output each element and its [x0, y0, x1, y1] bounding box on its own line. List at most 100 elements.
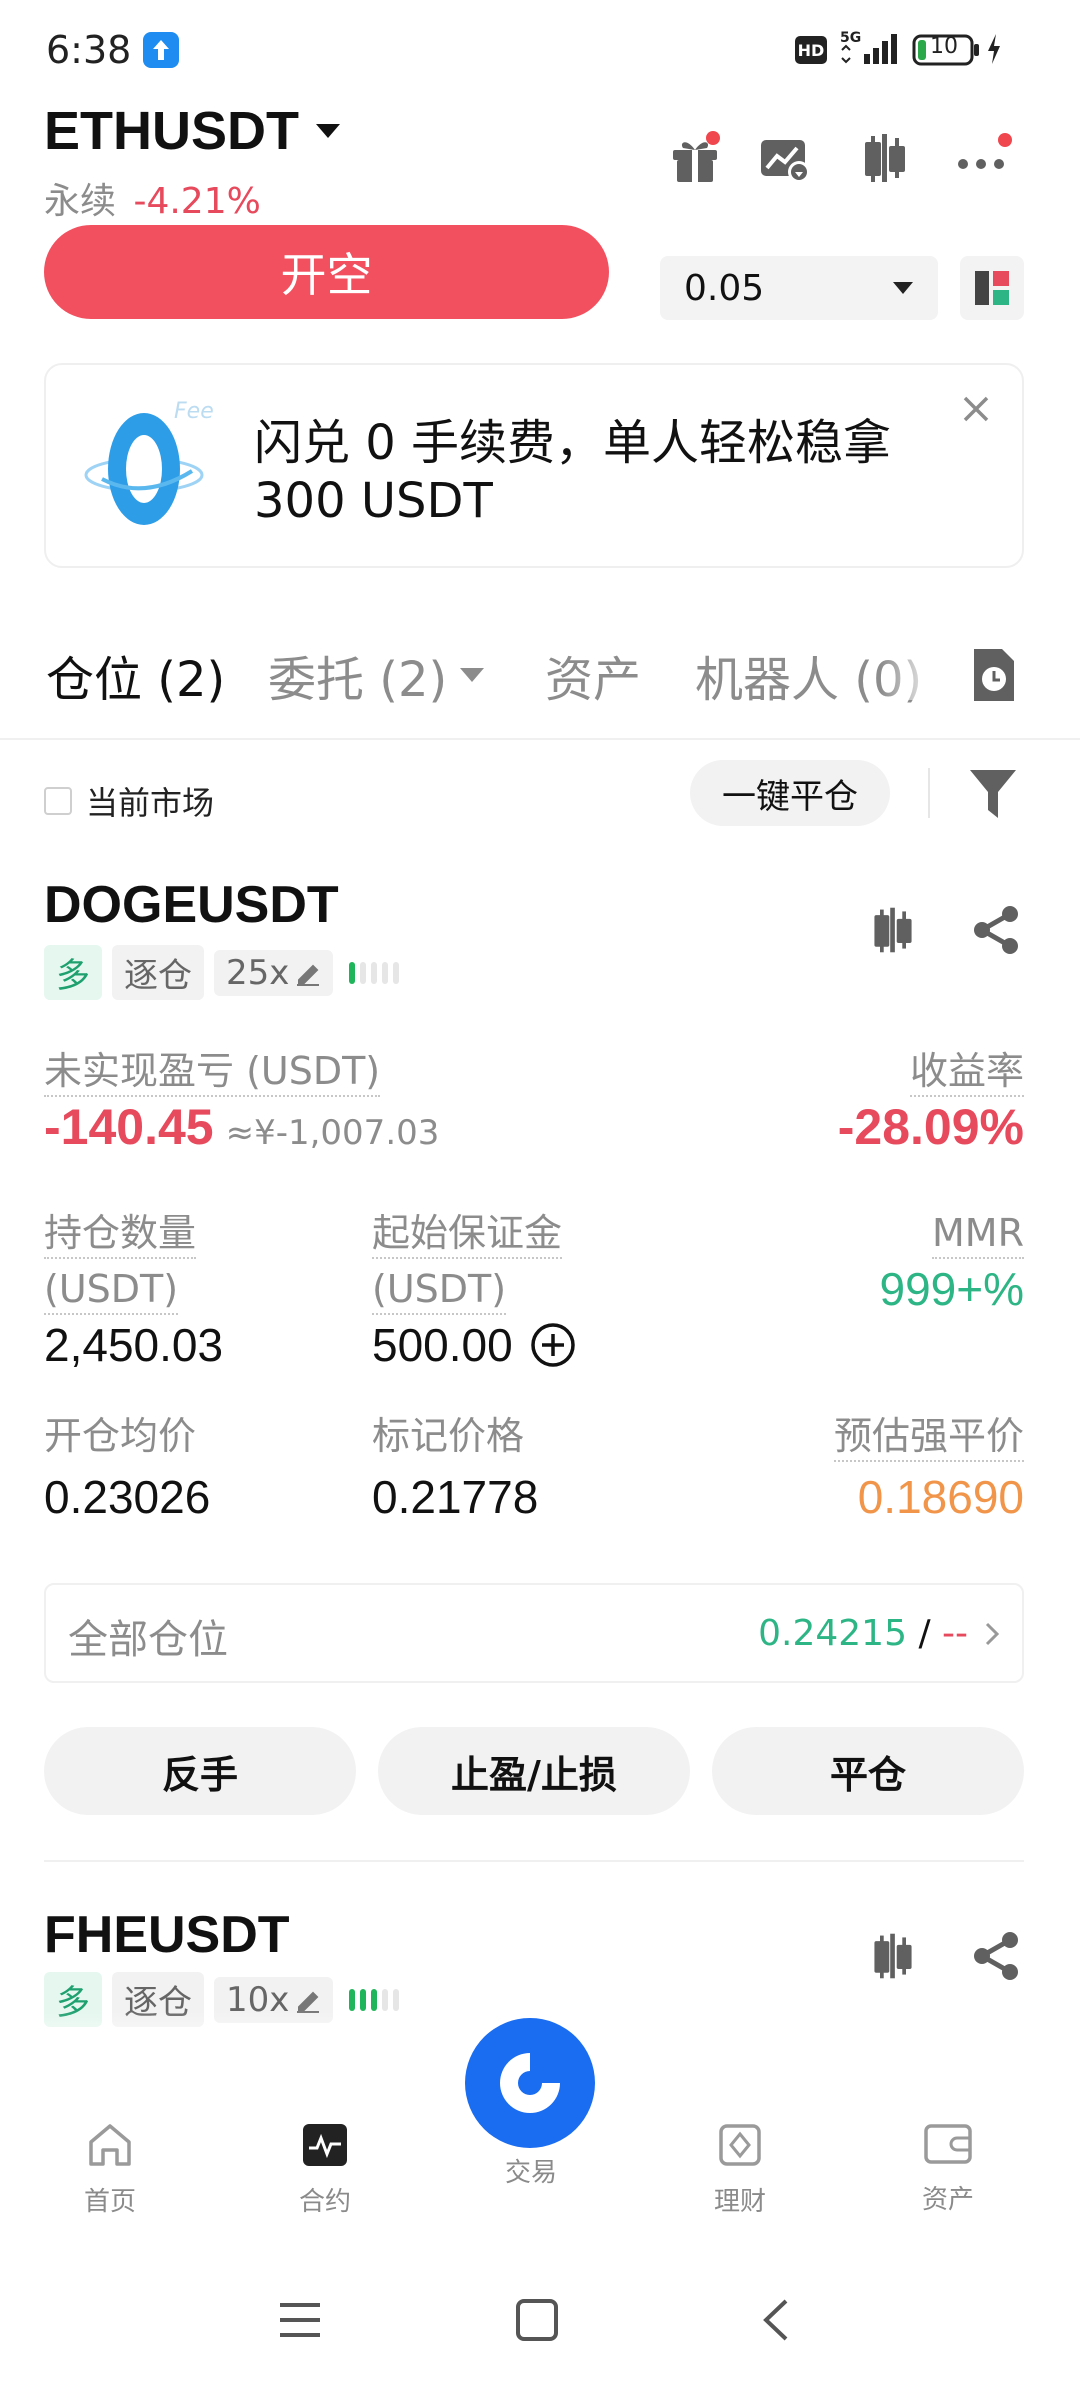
tab-positions-label: 仓位 (2) — [46, 652, 226, 708]
position-tags: 多 逐仓 25x — [44, 945, 404, 1000]
initial-margin-value: 500.00 — [372, 1319, 513, 1371]
promo-text-line2: 300 USDT — [254, 473, 493, 529]
chevron-down-icon — [893, 282, 913, 294]
wallet-icon — [924, 2124, 972, 2164]
home-button-icon[interactable] — [507, 2290, 567, 2350]
candlestick-chart-icon[interactable] — [855, 128, 915, 188]
tab-assets-label: 资产 — [545, 652, 642, 708]
roe-label: 收益率 — [909, 1040, 1024, 1097]
tab-orders-label: 委托 (2) — [268, 652, 448, 708]
position-symbol[interactable]: DOGEUSDT — [44, 875, 339, 935]
price-alert-icon[interactable] — [755, 128, 815, 188]
liq-price-label: 预估强平价 — [833, 1405, 1024, 1462]
mmr-label: MMR — [932, 1205, 1024, 1261]
risk-meter-segment — [393, 961, 400, 984]
close-all-label: 一键平仓 — [722, 776, 858, 817]
position-symbol[interactable]: FHEUSDT — [44, 1905, 290, 1965]
nav-futures-label: 合约 — [298, 2187, 351, 2217]
filter-divider — [928, 768, 930, 818]
all-positions-sep: / — [907, 1613, 943, 1654]
promo-logo-tag: Fee — [174, 399, 214, 424]
signal-5g-icon: 5G — [838, 28, 904, 72]
risk-meter-segment — [349, 1988, 356, 2011]
mark-price-label: 标记价格 — [372, 1414, 525, 1458]
entry-price-value: 0.23026 — [44, 1471, 211, 1523]
nav-earn[interactable]: 理财 — [660, 2122, 820, 2218]
pair-title: ETHUSDT — [44, 101, 299, 161]
risk-meter — [349, 961, 404, 984]
edit-icon — [297, 964, 320, 986]
more-icon[interactable] — [955, 128, 1015, 188]
chevron-down-icon — [316, 124, 340, 138]
reverse-label: 反手 — [161, 1752, 238, 1797]
promo-banner[interactable]: Fee 闪兑 0 手续费，单人轻松稳拿 300 USDT — [44, 363, 1024, 568]
order-history-icon[interactable] — [965, 645, 1021, 705]
all-positions-row[interactable]: 全部仓位 0.24215 / -- — [44, 1583, 1024, 1683]
filter-icon[interactable] — [965, 765, 1021, 821]
battery-level: 10 — [930, 34, 958, 59]
tab-assets[interactable]: 资产 — [545, 640, 641, 710]
position-size-value: 2,450.03 — [44, 1319, 224, 1371]
liq-price-value: 0.18690 — [857, 1471, 1024, 1523]
pair-selector[interactable]: ETHUSDT — [44, 100, 343, 162]
open-short-button[interactable]: 开空 — [44, 225, 609, 319]
side-badge: 多 — [44, 945, 102, 1000]
risk-meter — [349, 1988, 404, 2011]
back-icon[interactable] — [745, 2290, 805, 2350]
initial-margin-label: 起始保证金 (USDT) — [372, 1205, 563, 1317]
add-margin-icon[interactable] — [529, 1321, 577, 1369]
candlestick-chart-icon[interactable] — [865, 1928, 921, 1984]
upload-notification-icon — [143, 32, 179, 68]
candlestick-chart-icon[interactable] — [865, 902, 921, 958]
earn-icon — [719, 2124, 761, 2166]
all-positions-sl: -- — [942, 1613, 968, 1654]
nav-assets[interactable]: 资产 — [868, 2122, 1028, 2216]
chevron-down-icon — [460, 668, 485, 682]
menu-icon[interactable] — [270, 2290, 330, 2350]
risk-meter-segment — [360, 1988, 367, 2011]
quantity-select[interactable]: 0.05 — [660, 256, 938, 320]
nav-earn-label: 理财 — [713, 2187, 766, 2217]
charging-icon — [985, 32, 1003, 70]
tabs-fade — [880, 630, 940, 700]
mark-price-value: 0.21778 — [372, 1471, 539, 1523]
roe-value: -28.09% — [837, 1099, 1024, 1155]
tab-positions[interactable]: 仓位 (2) — [46, 640, 225, 710]
home-icon — [89, 2124, 131, 2166]
nav-home[interactable]: 首页 — [30, 2122, 190, 2218]
risk-meter-segment — [360, 961, 367, 984]
position-divider — [44, 1860, 1024, 1862]
tp-sl-button[interactable]: 止盈/止损 — [378, 1727, 690, 1815]
promo-logo: Fee — [82, 399, 214, 525]
share-icon[interactable] — [968, 902, 1024, 958]
risk-meter-segment — [393, 1988, 400, 2011]
risk-meter-segment — [371, 961, 378, 984]
edit-icon — [297, 1991, 320, 2013]
tab-orders[interactable]: 委托 (2) — [268, 640, 485, 710]
chevron-right-icon — [985, 1622, 1000, 1646]
nav-home-label: 首页 — [83, 2187, 136, 2217]
close-position-label: 平仓 — [829, 1752, 906, 1797]
current-market-checkbox[interactable]: 当前市场 — [44, 778, 214, 824]
share-icon[interactable] — [968, 1928, 1024, 1984]
margin-mode-badge: 逐仓 — [112, 945, 204, 1000]
unrealized-pnl: -140.45 ≈¥-1,007.03 — [44, 1098, 439, 1156]
all-positions-values: 0.24215 / -- — [758, 1613, 968, 1654]
reverse-button[interactable]: 反手 — [44, 1727, 356, 1815]
gift-icon[interactable] — [665, 128, 725, 188]
leverage-badge[interactable]: 25x — [214, 949, 334, 996]
close-position-button[interactable]: 平仓 — [712, 1727, 1024, 1815]
unrealized-pnl-cny: ≈¥-1,007.03 — [225, 1113, 440, 1153]
nav-futures[interactable]: 合约 — [245, 2122, 405, 2218]
unrealized-pnl-value: -140.45 — [44, 1099, 214, 1155]
risk-meter-segment — [382, 961, 389, 984]
orderbook-layout-button[interactable] — [960, 256, 1024, 320]
open-short-label: 开空 — [280, 248, 373, 302]
nav-trade[interactable]: 交易 — [465, 2018, 597, 2189]
tabs-divider — [0, 738, 1080, 740]
all-positions-label: 全部仓位 — [68, 1617, 228, 1663]
close-all-button[interactable]: 一键平仓 — [690, 760, 890, 826]
close-icon[interactable] — [954, 387, 998, 431]
position-size-label: 持仓数量 (USDT) — [44, 1205, 197, 1317]
status-bar: 6:38 HD 5G 10 — [0, 0, 1080, 100]
